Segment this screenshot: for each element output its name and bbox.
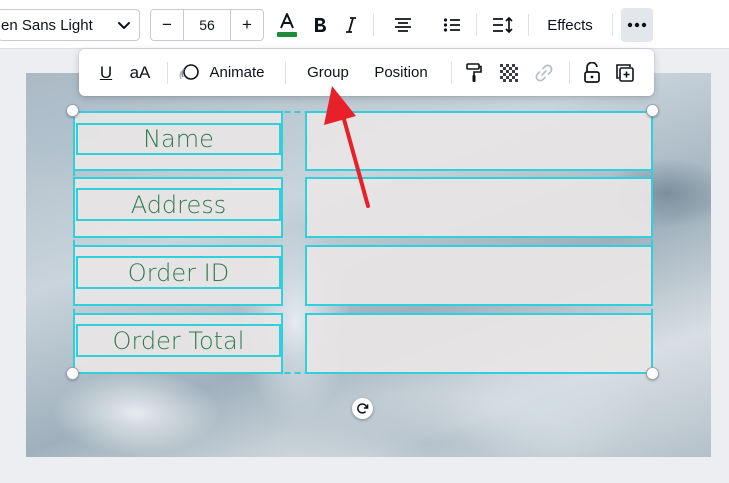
duplicate-icon[interactable] — [612, 49, 638, 96]
resize-handle[interactable] — [66, 367, 79, 380]
top-toolbar: en Sans Light − 56 + Effects — [0, 0, 729, 49]
chevron-down-icon — [117, 18, 131, 36]
paint-roller-icon[interactable] — [461, 49, 487, 96]
font-size-input[interactable]: 56 — [183, 10, 231, 40]
decrease-font-size-button[interactable]: − — [151, 10, 183, 40]
bold-icon[interactable] — [304, 9, 336, 41]
transparency-icon[interactable] — [497, 49, 521, 96]
animate-icon[interactable] — [177, 49, 201, 96]
font-family-dropdown[interactable]: en Sans Light — [0, 9, 140, 41]
increase-font-size-button[interactable]: + — [231, 10, 263, 40]
underline-button[interactable]: U — [93, 49, 119, 96]
resize-handle[interactable] — [646, 367, 659, 380]
animate-button[interactable]: Animate — [205, 49, 269, 96]
group-button[interactable]: Group — [301, 49, 355, 96]
effects-button[interactable]: Effects — [537, 9, 603, 41]
list-icon[interactable] — [436, 9, 468, 41]
floating-toolbar: U aA Animate Group Position — [79, 49, 654, 96]
align-center-icon[interactable] — [387, 9, 419, 41]
more-icon[interactable] — [621, 8, 653, 42]
rotate-icon[interactable] — [352, 398, 373, 419]
resize-handle[interactable] — [646, 104, 659, 117]
text-color-icon[interactable] — [271, 9, 303, 41]
link-icon[interactable] — [531, 49, 557, 96]
italic-icon[interactable] — [335, 9, 367, 41]
spacing-icon[interactable] — [487, 9, 519, 41]
position-button[interactable]: Position — [369, 49, 433, 96]
lock-icon[interactable] — [579, 49, 605, 96]
selection-frame — [73, 111, 653, 374]
resize-handle[interactable] — [66, 104, 79, 117]
font-family-value: en Sans Light — [1, 16, 93, 34]
letter-case-button[interactable]: aA — [125, 49, 155, 96]
font-size-stepper: − 56 + — [150, 9, 264, 41]
